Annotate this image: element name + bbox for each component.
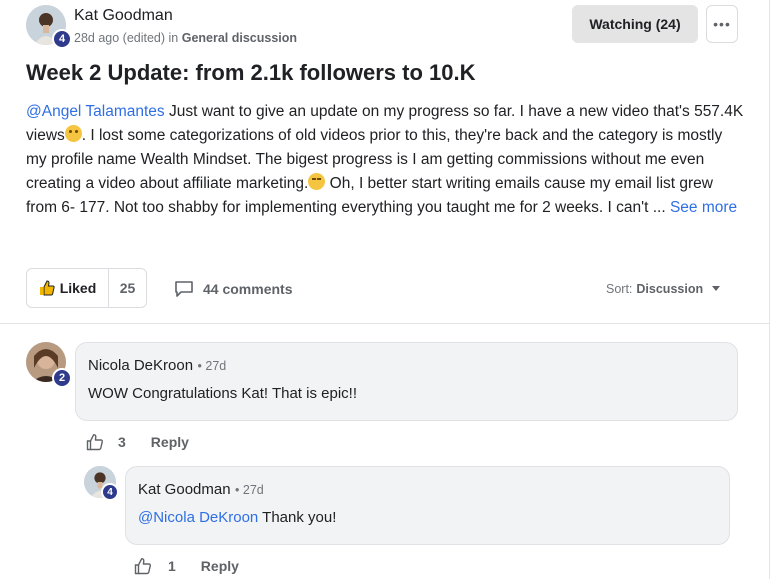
reply-body: Thank you! xyxy=(258,509,337,526)
more-dots-icon: ••• xyxy=(713,16,731,32)
thumbs-up-icon xyxy=(39,280,55,296)
sort-dropdown[interactable]: Sort: Discussion xyxy=(606,282,725,296)
comment-header: Nicola DeKroon • 27d xyxy=(88,357,226,375)
reply-mention-link[interactable]: @Nicola DeKroon xyxy=(138,509,258,526)
post-timestamp: 28d ago (edited) in xyxy=(74,31,182,45)
post-title: Week 2 Update: from 2.1k followers to 10… xyxy=(26,60,476,85)
see-more-link[interactable]: See more xyxy=(670,199,737,216)
comments-link[interactable]: 44 comments xyxy=(174,280,292,298)
grinning-squinting-face-icon xyxy=(308,173,326,190)
reply-author-name[interactable]: Kat Goodman xyxy=(138,481,231,498)
sort-label: Sort: xyxy=(606,282,633,296)
flushed-face-icon xyxy=(64,125,82,142)
panel-right-border xyxy=(769,0,770,579)
reply-like-count: 1 xyxy=(168,558,176,574)
comment-bubble-icon xyxy=(175,281,193,297)
post-author-name[interactable]: Kat Goodman xyxy=(74,7,173,25)
reply-header: Kat Goodman • 27d xyxy=(138,481,264,499)
caret-down-icon xyxy=(712,286,721,291)
comment-text: WOW Congratulations Kat! That is epic!! xyxy=(88,385,357,402)
reply-timestamp: 27d xyxy=(242,483,264,497)
sort-value: Discussion xyxy=(636,282,704,296)
liked-label: Liked xyxy=(59,280,97,296)
comment-reply-button[interactable]: Reply xyxy=(151,434,189,450)
reply-actions: 1 Reply xyxy=(134,557,239,575)
like-group: Liked 25 xyxy=(26,268,147,308)
comment-author-level-badge: 2 xyxy=(52,368,72,388)
comment-like-count: 3 xyxy=(118,434,126,450)
comments-count-label: 44 comments xyxy=(203,281,293,297)
reply-reply-button[interactable]: Reply xyxy=(201,558,239,574)
mention-link[interactable]: @Angel Talamantes xyxy=(26,103,165,120)
comment-timestamp: 27d xyxy=(205,359,227,373)
watching-button[interactable]: Watching (24) xyxy=(572,5,698,43)
reply-separator: • xyxy=(235,483,243,497)
comment-actions: 3 Reply xyxy=(86,433,189,451)
reply-text: @Nicola DeKroon Thank you! xyxy=(138,509,336,526)
reply-bubble: Kat Goodman • 27d @Nicola DeKroon Thank … xyxy=(125,466,730,545)
comment-bubble: Nicola DeKroon • 27d WOW Congratulations… xyxy=(75,342,738,421)
author-level-badge: 4 xyxy=(52,29,72,49)
more-options-button[interactable]: ••• xyxy=(706,5,738,43)
section-divider xyxy=(0,323,769,324)
like-count[interactable]: 25 xyxy=(109,269,146,307)
thumbs-up-icon[interactable] xyxy=(86,433,104,451)
reply-author-level-badge: 4 xyxy=(101,483,119,501)
thumbs-up-icon[interactable] xyxy=(134,557,152,575)
liked-button[interactable]: Liked xyxy=(27,269,109,307)
comment-author-name[interactable]: Nicola DeKroon xyxy=(88,357,193,374)
post-meta: 28d ago (edited) in General discussion xyxy=(74,31,297,45)
post-category-link[interactable]: General discussion xyxy=(182,31,297,45)
post-body: @Angel Talamantes Just want to give an u… xyxy=(26,100,746,220)
